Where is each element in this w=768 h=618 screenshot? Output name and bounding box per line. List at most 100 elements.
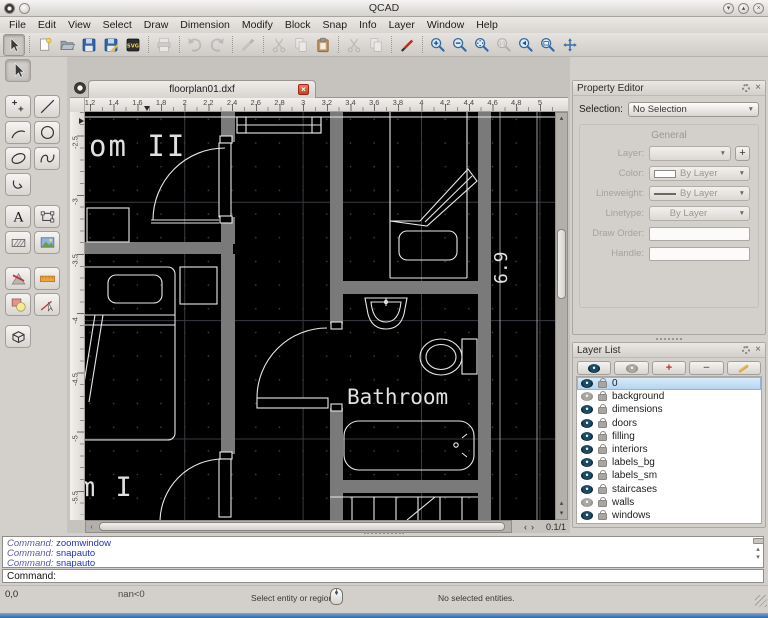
menu-draw[interactable]: Draw (138, 19, 175, 31)
layer-visibility-icon[interactable] (581, 405, 593, 415)
layer-row-windows[interactable]: windows (577, 509, 761, 522)
zoom-one-to-one-button[interactable] (493, 34, 515, 56)
layer-lock-icon[interactable] (598, 470, 607, 481)
menu-edit[interactable]: Edit (32, 19, 62, 31)
layer-lock-icon[interactable] (598, 404, 607, 415)
leader-tool-button[interactable] (34, 267, 60, 290)
ellipse-tools-button[interactable] (5, 147, 31, 170)
menu-help[interactable]: Help (470, 19, 504, 31)
point-tools-button[interactable] (5, 95, 31, 118)
open-file-button[interactable] (56, 34, 78, 56)
command-input[interactable] (56, 570, 763, 582)
circle-tools-button[interactable] (34, 121, 60, 144)
copy-button[interactable] (290, 34, 312, 56)
layer-visibility-icon[interactable] (581, 418, 593, 428)
edit-layer-button[interactable] (726, 361, 762, 375)
layer-visibility-icon[interactable] (581, 471, 593, 481)
layer-row-doors[interactable]: doors (577, 417, 761, 430)
image-tool-button[interactable] (34, 231, 60, 254)
layer-lock-icon[interactable] (598, 444, 607, 455)
layer-visibility-icon[interactable] (581, 510, 593, 520)
paste-button[interactable] (312, 34, 334, 56)
layer-combobox[interactable]: ▼ (649, 146, 731, 161)
command-area-splitter[interactable] (0, 530, 768, 535)
tab-close-icon[interactable]: × (298, 84, 309, 95)
scroll-down-icon[interactable]: ▾ (556, 508, 567, 519)
layer-visibility-icon[interactable] (581, 431, 593, 441)
layer-lock-icon[interactable] (598, 391, 607, 402)
text-tool-button[interactable] (5, 205, 31, 228)
arc-tools-button[interactable] (5, 121, 31, 144)
layer-visibility-icon[interactable] (581, 445, 593, 455)
add-layer-button[interactable]: + (735, 146, 750, 161)
resize-grip[interactable] (755, 595, 767, 607)
spline-tools-button[interactable] (34, 147, 60, 170)
layer-row-interiors[interactable]: interiors (577, 443, 761, 456)
history-scroll-up-icon[interactable]: ▴ (756, 546, 760, 554)
panel-close-icon[interactable]: × (755, 83, 761, 93)
add-layer-button[interactable]: + (651, 361, 687, 375)
layer-visibility-icon[interactable] (581, 484, 593, 494)
cut-with-reference-button[interactable] (343, 34, 365, 56)
layer-visibility-icon[interactable] (581, 392, 593, 402)
zoom-out-button[interactable] (449, 34, 471, 56)
close-button[interactable]: × (753, 3, 764, 14)
layer-visibility-icon[interactable] (581, 497, 593, 507)
qcad-logo-icon[interactable] (74, 82, 86, 94)
save-button[interactable] (78, 34, 100, 56)
undo-button[interactable] (184, 34, 206, 56)
keyboard-icon[interactable] (752, 538, 764, 544)
selection-pointer-button[interactable] (5, 59, 31, 82)
layer-row-0[interactable]: 0 (577, 377, 761, 391)
menu-file[interactable]: File (3, 19, 32, 31)
selection-combobox[interactable]: No Selection ▼ (627, 102, 759, 117)
vertical-scroll-thumb[interactable] (557, 229, 566, 299)
redo-button[interactable] (206, 34, 228, 56)
layer-row-staircases[interactable]: staircases (577, 483, 761, 496)
linetype-combobox[interactable]: By Layer ▼ (649, 206, 750, 221)
toolbar-selection-button[interactable] (3, 33, 25, 56)
menu-layer[interactable]: Layer (383, 19, 421, 31)
shape-tools-button[interactable] (34, 205, 60, 228)
projection-tools-button[interactable] (5, 325, 31, 348)
layer-lock-icon[interactable] (598, 417, 607, 428)
handle-input[interactable] (649, 246, 750, 261)
maximize-button[interactable]: ▴ (738, 3, 749, 14)
panel-settings-icon[interactable] (742, 84, 751, 92)
layer-lock-icon[interactable] (598, 457, 607, 468)
paste-with-reference-button[interactable] (365, 34, 387, 56)
tab-floorplan01[interactable]: floorplan01.dxf × (88, 80, 316, 98)
eraser-button[interactable] (237, 34, 259, 56)
modify-tools-button[interactable] (5, 293, 31, 316)
layer-row-labels_bg[interactable]: labels_bg (577, 456, 761, 469)
show-all-layers-button[interactable] (577, 361, 612, 375)
scroll-up-icon[interactable]: ▴ (556, 113, 567, 124)
layer-lock-icon[interactable] (598, 378, 607, 389)
measure-tools-button[interactable] (34, 293, 60, 316)
zoom-window-button[interactable] (537, 34, 559, 56)
layer-visibility-icon[interactable] (581, 379, 593, 389)
layer-row-dimensions[interactable]: dimensions (577, 403, 761, 416)
layer-lock-icon[interactable] (598, 496, 607, 507)
menu-view[interactable]: View (62, 19, 97, 31)
layer-row-background[interactable]: background (577, 390, 761, 403)
menu-dimension[interactable]: Dimension (174, 19, 236, 31)
dimension-tools-button[interactable] (5, 267, 31, 290)
layer-row-walls[interactable]: walls (577, 496, 761, 509)
layer-lock-icon[interactable] (598, 483, 607, 494)
save-as-button[interactable] (100, 34, 122, 56)
previous-view-button[interactable] (515, 34, 537, 56)
layer-lock-icon[interactable] (598, 509, 607, 520)
vertical-scrollbar[interactable]: ▴ ▴ ▾ (555, 112, 568, 520)
menu-block[interactable]: Block (279, 19, 317, 31)
print-button[interactable] (153, 34, 175, 56)
hatch-tool-button[interactable] (5, 231, 31, 254)
history-scroll-down-icon[interactable]: ▾ (756, 554, 760, 562)
panel-settings-icon[interactable] (742, 346, 751, 354)
draworder-input[interactable] (649, 226, 750, 241)
panel-close-icon[interactable]: × (755, 345, 761, 355)
drawing-canvas[interactable]: om II Bathroom m I 6.9 (85, 112, 555, 520)
polyline-tools-button[interactable] (5, 173, 31, 196)
minimize-button[interactable]: ▾ (723, 3, 734, 14)
layer-row-filling[interactable]: filling (577, 430, 761, 443)
